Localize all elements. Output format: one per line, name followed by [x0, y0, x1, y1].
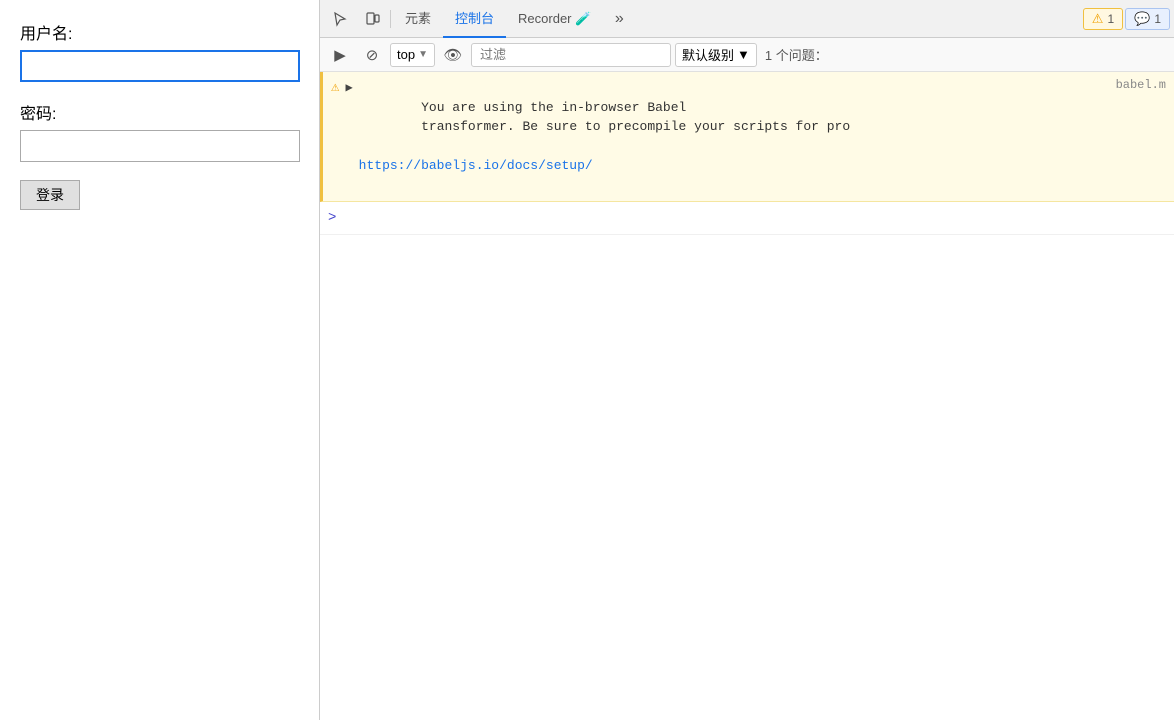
- device-icon: [364, 11, 380, 27]
- warning-icon: ⚠: [1092, 11, 1104, 27]
- devtools-panel: 元素 控制台 Recorder 🧪 » ⚠ 1 💬 1 ▶ ⊘ top ▼: [320, 0, 1174, 720]
- password-input[interactable]: [20, 130, 300, 162]
- issues-count: 1 个问题：: [761, 45, 828, 64]
- devtools-tabbar: 元素 控制台 Recorder 🧪 » ⚠ 1 💬 1: [320, 0, 1174, 38]
- tab-separator: [390, 10, 391, 28]
- more-tabs-button[interactable]: »: [603, 4, 635, 34]
- run-button[interactable]: ▶: [326, 42, 354, 68]
- block-icon: ⊘: [366, 46, 379, 64]
- message-icon: 💬: [1134, 11, 1150, 27]
- console-toolbar: ▶ ⊘ top ▼ 👁 默认级别 ▼ 1 个问题：: [320, 38, 1174, 72]
- context-value: top: [397, 47, 415, 62]
- block-button[interactable]: ⊘: [358, 42, 386, 68]
- play-icon: ▶: [334, 46, 346, 64]
- login-button[interactable]: 登录: [20, 180, 80, 210]
- tab-console[interactable]: 控制台: [443, 0, 506, 38]
- console-prompt-arrow[interactable]: >: [328, 210, 336, 226]
- message-badge[interactable]: 💬 1: [1125, 8, 1170, 30]
- level-dropdown[interactable]: 默认级别 ▼: [675, 43, 757, 67]
- console-warning-source: babel.m: [1116, 78, 1166, 92]
- eye-button[interactable]: 👁: [439, 42, 467, 68]
- warning-badge[interactable]: ⚠ 1: [1083, 8, 1123, 30]
- warning-count: 1: [1107, 12, 1114, 26]
- console-warning-text: You are using the in-browser Babel trans…: [359, 78, 1110, 195]
- cursor-tool-button[interactable]: [324, 4, 356, 34]
- console-prompt-row: >: [320, 202, 1174, 235]
- level-value: 默认级别: [682, 45, 734, 64]
- context-dropdown[interactable]: top ▼: [390, 43, 435, 67]
- login-panel: 用户名: 密码: 登录: [0, 0, 320, 720]
- level-arrow-icon: ▼: [737, 47, 750, 62]
- eye-icon: 👁: [443, 46, 462, 64]
- cursor-icon: [332, 11, 348, 27]
- console-content: ⚠ ▶ You are using the in-browser Babel t…: [320, 72, 1174, 720]
- expand-warning-button[interactable]: ▶: [345, 80, 352, 95]
- username-label: 用户名:: [20, 20, 299, 44]
- device-tool-button[interactable]: [356, 4, 388, 34]
- password-label: 密码:: [20, 100, 299, 124]
- username-input[interactable]: [20, 50, 300, 82]
- babel-setup-link[interactable]: https://babeljs.io/docs/setup/: [359, 158, 593, 173]
- filter-input[interactable]: [471, 43, 671, 67]
- tabbar-right: ⚠ 1 💬 1: [1083, 8, 1170, 30]
- console-warning-icon: ⚠: [331, 79, 339, 96]
- message-count: 1: [1154, 12, 1161, 26]
- tab-elements[interactable]: 元素: [393, 0, 443, 38]
- tab-recorder[interactable]: Recorder 🧪: [506, 0, 603, 38]
- console-warning-row: ⚠ ▶ You are using the in-browser Babel t…: [320, 72, 1174, 202]
- dropdown-arrow-icon: ▼: [418, 49, 428, 60]
